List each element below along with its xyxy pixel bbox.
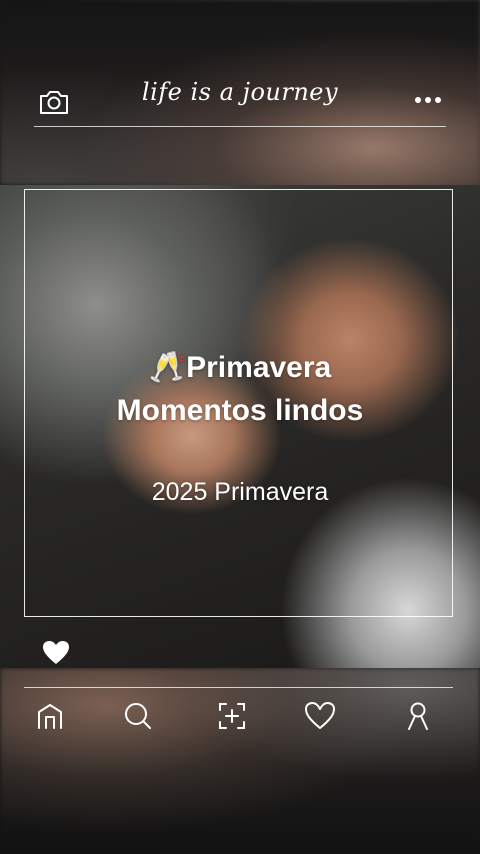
heart-outline-icon xyxy=(305,702,335,729)
nav-home[interactable] xyxy=(30,696,70,736)
heart-icon[interactable] xyxy=(42,640,70,666)
bottom-nav xyxy=(0,696,480,738)
headline-line-1: 🥂Primavera xyxy=(148,351,332,384)
headline-line-2: Momentos lindos xyxy=(116,394,364,427)
home-icon xyxy=(38,704,62,729)
bottom-divider xyxy=(24,687,453,688)
nav-search[interactable] xyxy=(118,696,158,736)
add-icon xyxy=(219,703,245,729)
more-icon[interactable] xyxy=(414,96,442,104)
top-bar: life is a journey xyxy=(0,70,480,130)
nav-likes[interactable] xyxy=(300,696,340,736)
nav-add[interactable] xyxy=(212,696,252,736)
app-title: life is a journey xyxy=(141,78,339,106)
screen: life is a journey 🥂Primavera Momentos li… xyxy=(0,0,480,854)
search-icon xyxy=(125,703,151,729)
top-divider xyxy=(34,126,446,127)
subtitle: 2025 Primavera xyxy=(151,478,329,506)
nav-profile[interactable] xyxy=(398,696,438,736)
profile-icon xyxy=(408,702,428,730)
